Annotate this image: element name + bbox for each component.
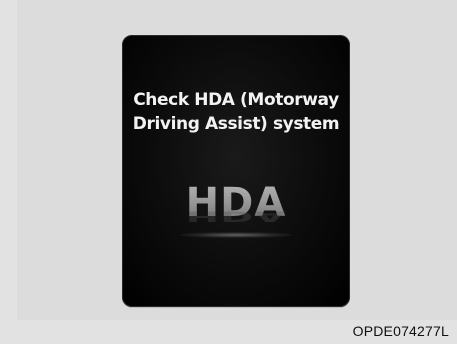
warning-message-line-1: Check HDA (Motorway: [133, 90, 339, 110]
hda-indicator-reflection: HDA: [185, 207, 287, 224]
warning-message-line-2: Driving Assist) system: [132, 114, 340, 134]
figure-code: OPDE074277L: [352, 323, 449, 339]
hda-glow: [180, 232, 292, 238]
cluster-display: Check HDA (Motorway Driving Assist) syst…: [122, 35, 350, 307]
warning-message: Check HDA (Motorway Driving Assist) syst…: [122, 88, 350, 136]
hda-indicator: HDA HDA: [122, 180, 350, 250]
